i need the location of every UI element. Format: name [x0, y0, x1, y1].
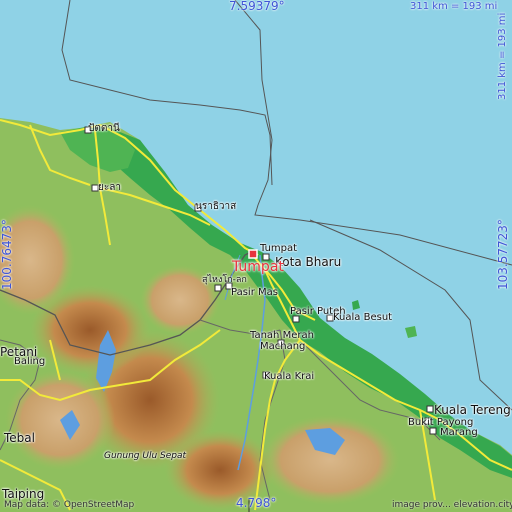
terrain-layer — [0, 0, 512, 512]
label-taiping: Taiping — [2, 487, 45, 501]
label-tumpat: Tumpat — [260, 243, 298, 254]
label-sungai-kolok: สุไหงโก-ลก — [202, 275, 247, 285]
credit-left: Map data: © OpenStreetMap — [4, 500, 135, 510]
label-yala: ยะลา — [98, 182, 121, 193]
tumpat-marker-icon[interactable] — [248, 249, 258, 259]
scale-horizontal: 311 km = 193 mi — [410, 1, 498, 12]
label-gunung-ulu-sepat: Gunung Ulu Sepat — [104, 451, 187, 461]
label-tebal: Tebal — [4, 431, 35, 445]
map-canvas[interactable]: 7.59379° 4.798° 100.76473° 103.57723° 31… — [0, 0, 512, 512]
label-petani: Petani — [0, 345, 38, 359]
highlighted-place-name[interactable]: Tumpat — [232, 260, 284, 274]
coord-top: 7.59379° — [229, 0, 285, 13]
coord-left: 100.76473° — [0, 219, 14, 290]
scale-vertical: 311 km = 193 mi — [497, 12, 508, 100]
label-kuala-terengganu: Kuala Tereng — [434, 403, 511, 417]
label-narathiwat: นราธิวาส — [195, 201, 237, 212]
label-tanah-merah: Tanah Merah — [250, 330, 314, 341]
coord-bottom: 4.798° — [236, 496, 277, 510]
label-kuala-krai: Kuala Krai — [264, 371, 315, 382]
credit-right: image prov... elevation.city — [392, 500, 512, 510]
label-kuala-besut: Kuala Besut — [333, 312, 393, 323]
label-machang: Machang — [260, 341, 306, 352]
label-marang: Marang — [440, 427, 478, 438]
label-pasir-mas: Pasir Mas — [231, 287, 278, 298]
label-pattani: ปัตตานี — [88, 123, 120, 134]
coord-right: 103.57723° — [496, 219, 510, 290]
label-kota-bharu: Kota Bharu — [275, 255, 342, 269]
